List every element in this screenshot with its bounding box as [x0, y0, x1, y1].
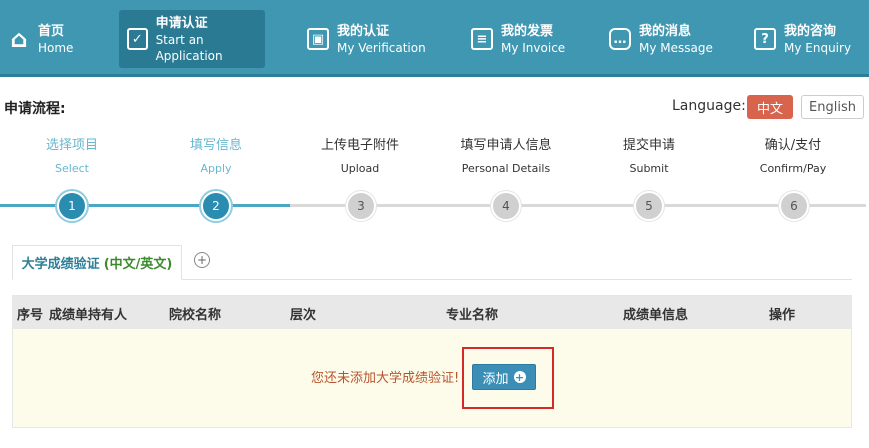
step-number-1: 1: [57, 191, 87, 221]
step-select: 选择项目 Select: [12, 137, 132, 178]
add-tab-icon[interactable]: +: [194, 252, 210, 268]
step-number-2: 2: [201, 191, 231, 221]
step-label: 填写信息: [189, 138, 242, 153]
progress-track-done: [0, 204, 290, 207]
nav-my-message[interactable]: … 我的消息 My Message: [609, 10, 719, 68]
transcript-table: 序号 成绩单持有人 院校名称 层次 专业名称 成绩单信息 操作 您还未添加大学成…: [12, 295, 852, 428]
certificate-icon: ▣: [307, 28, 329, 50]
step-label: 提交申请: [622, 138, 675, 153]
step-label: 填写申请人信息: [460, 138, 552, 153]
nav-my-verification[interactable]: ▣ 我的认证 My Verification: [307, 10, 427, 68]
invoice-icon: ≡: [471, 28, 493, 50]
step-number-5: 5: [634, 191, 664, 221]
nav-start-application-label: 申请认证: [155, 15, 208, 31]
nav-home-label: 首页: [38, 23, 65, 39]
nav-my-message-sublabel: My Message: [639, 40, 713, 55]
column-header-level: 层次: [290, 308, 317, 323]
table-header: 序号 成绩单持有人 院校名称 层次 专业名称 成绩单信息 操作: [13, 296, 851, 329]
nav-home[interactable]: ⌂ 首页 Home: [8, 10, 108, 68]
step-number-6: 6: [779, 191, 809, 221]
step-sublabel: Upload: [340, 162, 380, 175]
question-icon: ?: [754, 28, 776, 50]
column-header-holder: 成绩单持有人: [49, 308, 128, 323]
nav-start-application-sublabel: Start an Application: [155, 32, 223, 63]
add-button-label: 添加: [482, 371, 509, 387]
column-header-transcript-info: 成绩单信息: [623, 308, 689, 323]
step-personal-details: 填写申请人信息 Personal Details: [446, 137, 566, 178]
language-english-button[interactable]: English: [801, 95, 864, 119]
nav-my-verification-sublabel: My Verification: [337, 40, 426, 55]
nav-my-enquiry[interactable]: ? 我的咨询 My Enquiry: [754, 10, 864, 68]
step-label: 上传电子附件: [320, 138, 399, 153]
step-label: 确认/支付: [764, 138, 822, 153]
nav-my-message-label: 我的消息: [639, 23, 692, 39]
column-header-actions: 操作: [769, 308, 796, 323]
house-icon: ⌂: [10, 25, 28, 53]
top-navigation: ⌂ 首页 Home ✓ 申请认证 Start an Application ▣ …: [0, 0, 869, 77]
nav-my-invoice[interactable]: ≡ 我的发票 My Invoice: [471, 10, 571, 68]
step-number-4: 4: [491, 191, 521, 221]
step-submit: 提交申请 Submit: [589, 137, 709, 178]
plus-circle-icon: +: [513, 370, 526, 384]
step-upload: 上传电子附件 Upload: [300, 137, 420, 178]
step-sublabel: Apply: [200, 162, 232, 175]
nav-my-invoice-sublabel: My Invoice: [501, 40, 566, 55]
nav-my-enquiry-label: 我的咨询: [784, 23, 837, 39]
add-button[interactable]: 添加 +: [472, 364, 536, 390]
flow-title: 申请流程:: [4, 101, 66, 117]
step-apply: 填写信息 Apply: [156, 137, 276, 178]
nav-my-verification-label: 我的认证: [337, 23, 390, 39]
nav-home-sublabel: Home: [38, 40, 74, 55]
step-sublabel: Confirm/Pay: [759, 162, 827, 175]
step-label: 选择项目: [45, 138, 98, 153]
language-label: Language:: [672, 98, 746, 114]
step-sublabel: Submit: [629, 162, 669, 175]
step-confirm-pay: 确认/支付 Confirm/Pay: [733, 137, 853, 178]
language-chinese-button[interactable]: 中文: [747, 95, 793, 119]
checkbox-icon: ✓: [127, 28, 148, 50]
nav-my-enquiry-sublabel: My Enquiry: [784, 40, 852, 55]
step-sublabel: Select: [55, 162, 89, 175]
step-sublabel: Personal Details: [461, 162, 551, 175]
tab-label: 大学成绩验证: [21, 257, 100, 272]
tab-university-transcript[interactable]: 大学成绩验证 (中文/英文): [12, 245, 182, 280]
empty-state-message: 您还未添加大学成绩验证!: [311, 371, 460, 386]
nav-my-invoice-label: 我的发票: [501, 23, 554, 39]
message-icon: …: [609, 28, 631, 50]
step-number-3: 3: [346, 191, 376, 221]
nav-start-application[interactable]: ✓ 申请认证 Start an Application: [119, 10, 265, 68]
column-header-major: 专业名称: [446, 308, 499, 323]
column-header-number: 序号: [17, 308, 44, 323]
tab-sublabel: (中文/英文): [103, 257, 173, 272]
table-body: 您还未添加大学成绩验证! 添加 +: [13, 329, 851, 427]
column-header-institution: 院校名称: [169, 308, 222, 323]
